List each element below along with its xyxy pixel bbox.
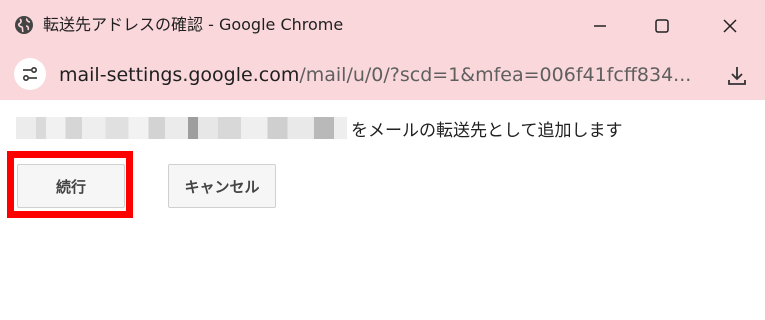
address-bar: mail-settings.google.com/mail/u/0/?scd=1… [0,50,765,100]
redacted-email [16,117,347,139]
title-bar: 転送先アドレスの確認 - Google Chrome [0,0,765,50]
close-icon [723,19,737,33]
page-content: をメールの転送先として追加します 続行 キャンセル [0,100,765,320]
download-button[interactable] [722,61,752,91]
minimize-icon [594,25,606,27]
minimize-button[interactable] [580,10,620,42]
download-icon [728,67,746,85]
globe-icon [14,15,34,35]
site-info-button[interactable] [14,58,46,90]
url-field[interactable]: mail-settings.google.com/mail/u/0/?scd=1… [8,54,708,94]
maximize-button[interactable] [642,10,682,42]
url-text: mail-settings.google.com/mail/u/0/?scd=1… [59,63,691,87]
tune-icon [22,66,38,82]
continue-button[interactable]: 続行 [17,164,125,208]
url-domain: mail-settings.google.com [59,64,300,86]
close-button[interactable] [710,10,750,42]
message-text: をメールの転送先として追加します [351,120,623,141]
browser-popup-window: 転送先アドレスの確認 - Google Chrome mail-settings… [0,0,765,320]
cancel-button[interactable]: キャンセル [168,164,276,208]
forwarding-message: をメールの転送先として追加します [16,115,623,141]
url-path: /mail/u/0/?scd=1&mfea=006f41fcff834... [299,64,692,86]
window-title: 転送先アドレスの確認 - Google Chrome [43,15,344,34]
maximize-icon [655,19,669,33]
